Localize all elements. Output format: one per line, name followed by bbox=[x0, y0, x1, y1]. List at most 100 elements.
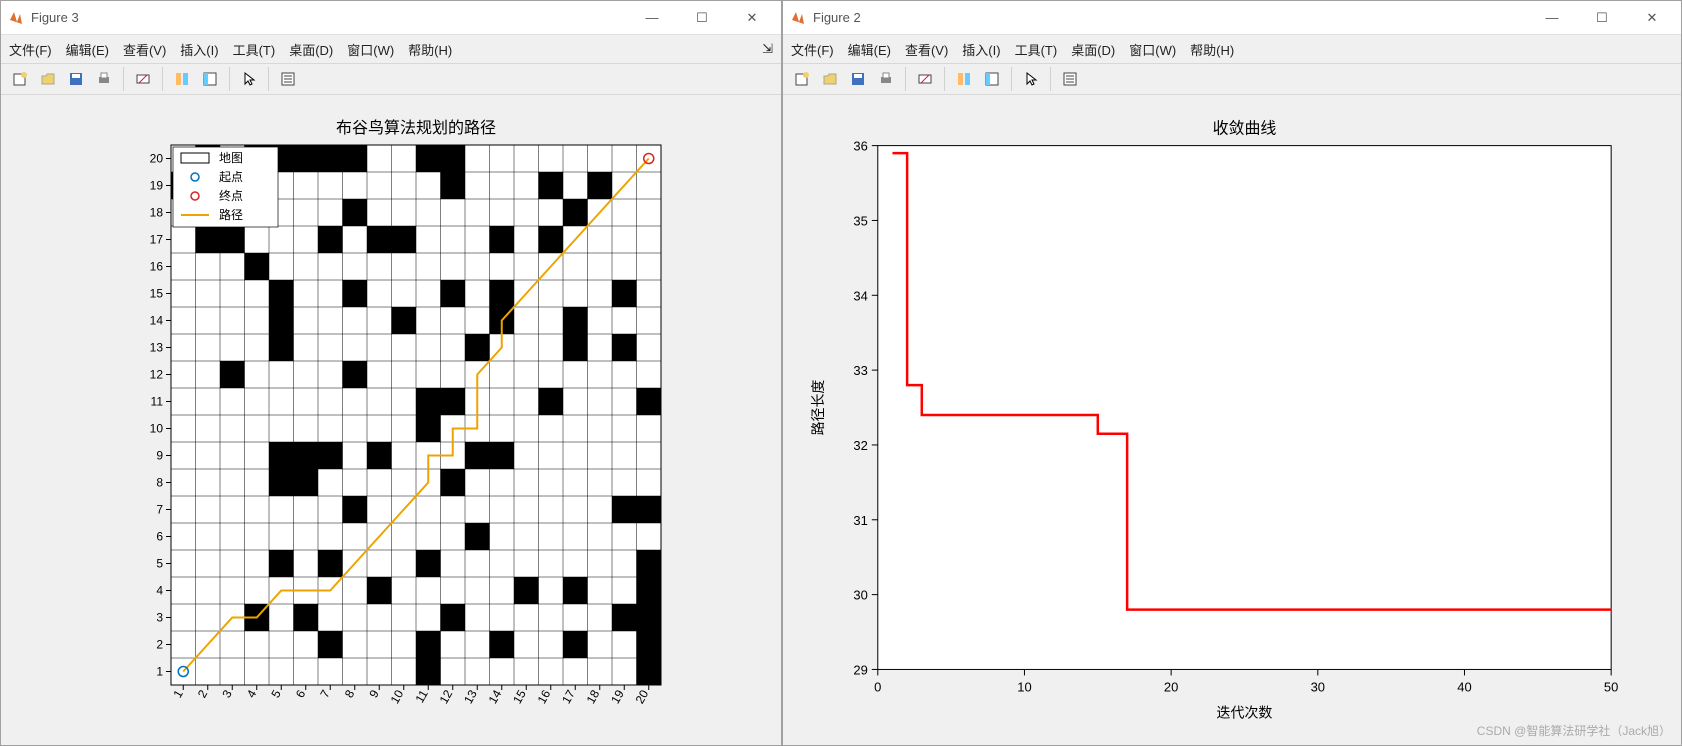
menu-help[interactable]: 帮助(H) bbox=[408, 40, 452, 59]
window-title: Figure 3 bbox=[31, 10, 629, 25]
svg-text:29: 29 bbox=[853, 662, 867, 677]
convergence-chart: 010203040502930313233343536收敛曲线迭代次数路径长度 bbox=[783, 95, 1681, 745]
svg-text:16: 16 bbox=[535, 687, 554, 706]
svg-text:14: 14 bbox=[486, 687, 505, 706]
layout2-icon[interactable] bbox=[197, 66, 223, 92]
svg-text:2: 2 bbox=[156, 638, 163, 652]
toolbar bbox=[1, 63, 781, 95]
menu-file[interactable]: 文件(F) bbox=[791, 40, 834, 59]
layout1-icon[interactable] bbox=[169, 66, 195, 92]
svg-text:20: 20 bbox=[633, 687, 652, 706]
menu-insert[interactable]: 插入(I) bbox=[180, 40, 218, 59]
svg-text:15: 15 bbox=[510, 687, 529, 706]
svg-text:3: 3 bbox=[156, 611, 163, 625]
minimize-button[interactable]: — bbox=[629, 3, 675, 33]
svg-text:12: 12 bbox=[150, 368, 164, 382]
window-controls: — ☐ ✕ bbox=[629, 3, 775, 33]
svg-text:19: 19 bbox=[608, 687, 627, 706]
menu-desktop[interactable]: 桌面(D) bbox=[289, 40, 333, 59]
svg-text:18: 18 bbox=[150, 206, 164, 220]
svg-text:13: 13 bbox=[150, 341, 164, 355]
svg-text:30: 30 bbox=[1311, 679, 1325, 694]
properties-icon[interactable] bbox=[275, 66, 301, 92]
svg-text:迭代次数: 迭代次数 bbox=[1217, 704, 1273, 720]
svg-text:10: 10 bbox=[388, 687, 407, 706]
figure-window-2: Figure 2 — ☐ ✕ 文件(F) 编辑(E) 查看(V) 插入(I) 工… bbox=[782, 0, 1682, 746]
cursor-icon[interactable] bbox=[236, 66, 262, 92]
svg-text:13: 13 bbox=[461, 687, 480, 706]
svg-text:路径: 路径 bbox=[219, 207, 243, 222]
svg-text:35: 35 bbox=[853, 213, 867, 228]
layout2-icon[interactable] bbox=[979, 66, 1005, 92]
svg-text:10: 10 bbox=[150, 422, 164, 436]
menu-desktop[interactable]: 桌面(D) bbox=[1071, 40, 1115, 59]
grid-chart: 1234567891011121314151617181920123456789… bbox=[1, 95, 781, 745]
menu-window[interactable]: 窗口(W) bbox=[1129, 40, 1176, 59]
open-icon[interactable] bbox=[35, 66, 61, 92]
svg-text:33: 33 bbox=[853, 363, 867, 378]
svg-text:7: 7 bbox=[156, 503, 163, 517]
separator bbox=[123, 67, 124, 91]
svg-text:17: 17 bbox=[150, 233, 164, 247]
save-icon[interactable] bbox=[63, 66, 89, 92]
link-icon[interactable] bbox=[130, 66, 156, 92]
cursor-icon[interactable] bbox=[1018, 66, 1044, 92]
svg-text:起点: 起点 bbox=[219, 170, 243, 184]
properties-icon[interactable] bbox=[1057, 66, 1083, 92]
menu-overflow-icon[interactable]: ⇲ bbox=[762, 41, 773, 57]
layout1-icon[interactable] bbox=[951, 66, 977, 92]
menu-tools[interactable]: 工具(T) bbox=[1015, 40, 1058, 59]
titlebar[interactable]: Figure 3 — ☐ ✕ bbox=[1, 1, 781, 35]
menu-help[interactable]: 帮助(H) bbox=[1190, 40, 1234, 59]
menubar: 文件(F) 编辑(E) 查看(V) 插入(I) 工具(T) 桌面(D) 窗口(W… bbox=[1, 35, 781, 63]
svg-text:10: 10 bbox=[1017, 679, 1031, 694]
svg-text:20: 20 bbox=[1164, 679, 1178, 694]
svg-text:16: 16 bbox=[150, 260, 164, 274]
menu-edit[interactable]: 编辑(E) bbox=[66, 40, 109, 59]
print-icon[interactable] bbox=[91, 66, 117, 92]
svg-text:40: 40 bbox=[1457, 679, 1471, 694]
close-button[interactable]: ✕ bbox=[1629, 3, 1675, 33]
svg-text:15: 15 bbox=[150, 287, 164, 301]
matlab-icon bbox=[7, 9, 25, 27]
separator bbox=[944, 67, 945, 91]
separator bbox=[1050, 67, 1051, 91]
svg-text:1: 1 bbox=[156, 665, 163, 679]
maximize-button[interactable]: ☐ bbox=[679, 3, 725, 33]
svg-text:30: 30 bbox=[853, 588, 867, 603]
menu-edit[interactable]: 编辑(E) bbox=[848, 40, 891, 59]
svg-text:34: 34 bbox=[853, 288, 867, 303]
svg-text:8: 8 bbox=[156, 476, 163, 490]
minimize-button[interactable]: — bbox=[1529, 3, 1575, 33]
new-figure-icon[interactable] bbox=[789, 66, 815, 92]
svg-text:6: 6 bbox=[156, 530, 163, 544]
svg-text:50: 50 bbox=[1604, 679, 1618, 694]
open-icon[interactable] bbox=[817, 66, 843, 92]
menu-insert[interactable]: 插入(I) bbox=[962, 40, 1000, 59]
matlab-icon bbox=[789, 9, 807, 27]
svg-text:14: 14 bbox=[150, 314, 164, 328]
link-icon[interactable] bbox=[912, 66, 938, 92]
save-icon[interactable] bbox=[845, 66, 871, 92]
menu-view[interactable]: 查看(V) bbox=[123, 40, 166, 59]
plot-area: 010203040502930313233343536收敛曲线迭代次数路径长度 … bbox=[783, 95, 1681, 745]
menu-view[interactable]: 查看(V) bbox=[905, 40, 948, 59]
window-controls: — ☐ ✕ bbox=[1529, 3, 1675, 33]
maximize-button[interactable]: ☐ bbox=[1579, 3, 1625, 33]
svg-text:12: 12 bbox=[437, 687, 456, 706]
menu-file[interactable]: 文件(F) bbox=[9, 40, 52, 59]
menu-window[interactable]: 窗口(W) bbox=[347, 40, 394, 59]
print-icon[interactable] bbox=[873, 66, 899, 92]
svg-text:31: 31 bbox=[853, 513, 867, 528]
separator bbox=[1011, 67, 1012, 91]
svg-text:地图: 地图 bbox=[219, 151, 243, 165]
svg-text:19: 19 bbox=[150, 179, 164, 193]
svg-text:路径长度: 路径长度 bbox=[810, 380, 826, 436]
separator bbox=[162, 67, 163, 91]
titlebar[interactable]: Figure 2 — ☐ ✕ bbox=[783, 1, 1681, 35]
close-button[interactable]: ✕ bbox=[729, 3, 775, 33]
separator bbox=[229, 67, 230, 91]
new-figure-icon[interactable] bbox=[7, 66, 33, 92]
svg-text:32: 32 bbox=[853, 438, 867, 453]
menu-tools[interactable]: 工具(T) bbox=[233, 40, 276, 59]
